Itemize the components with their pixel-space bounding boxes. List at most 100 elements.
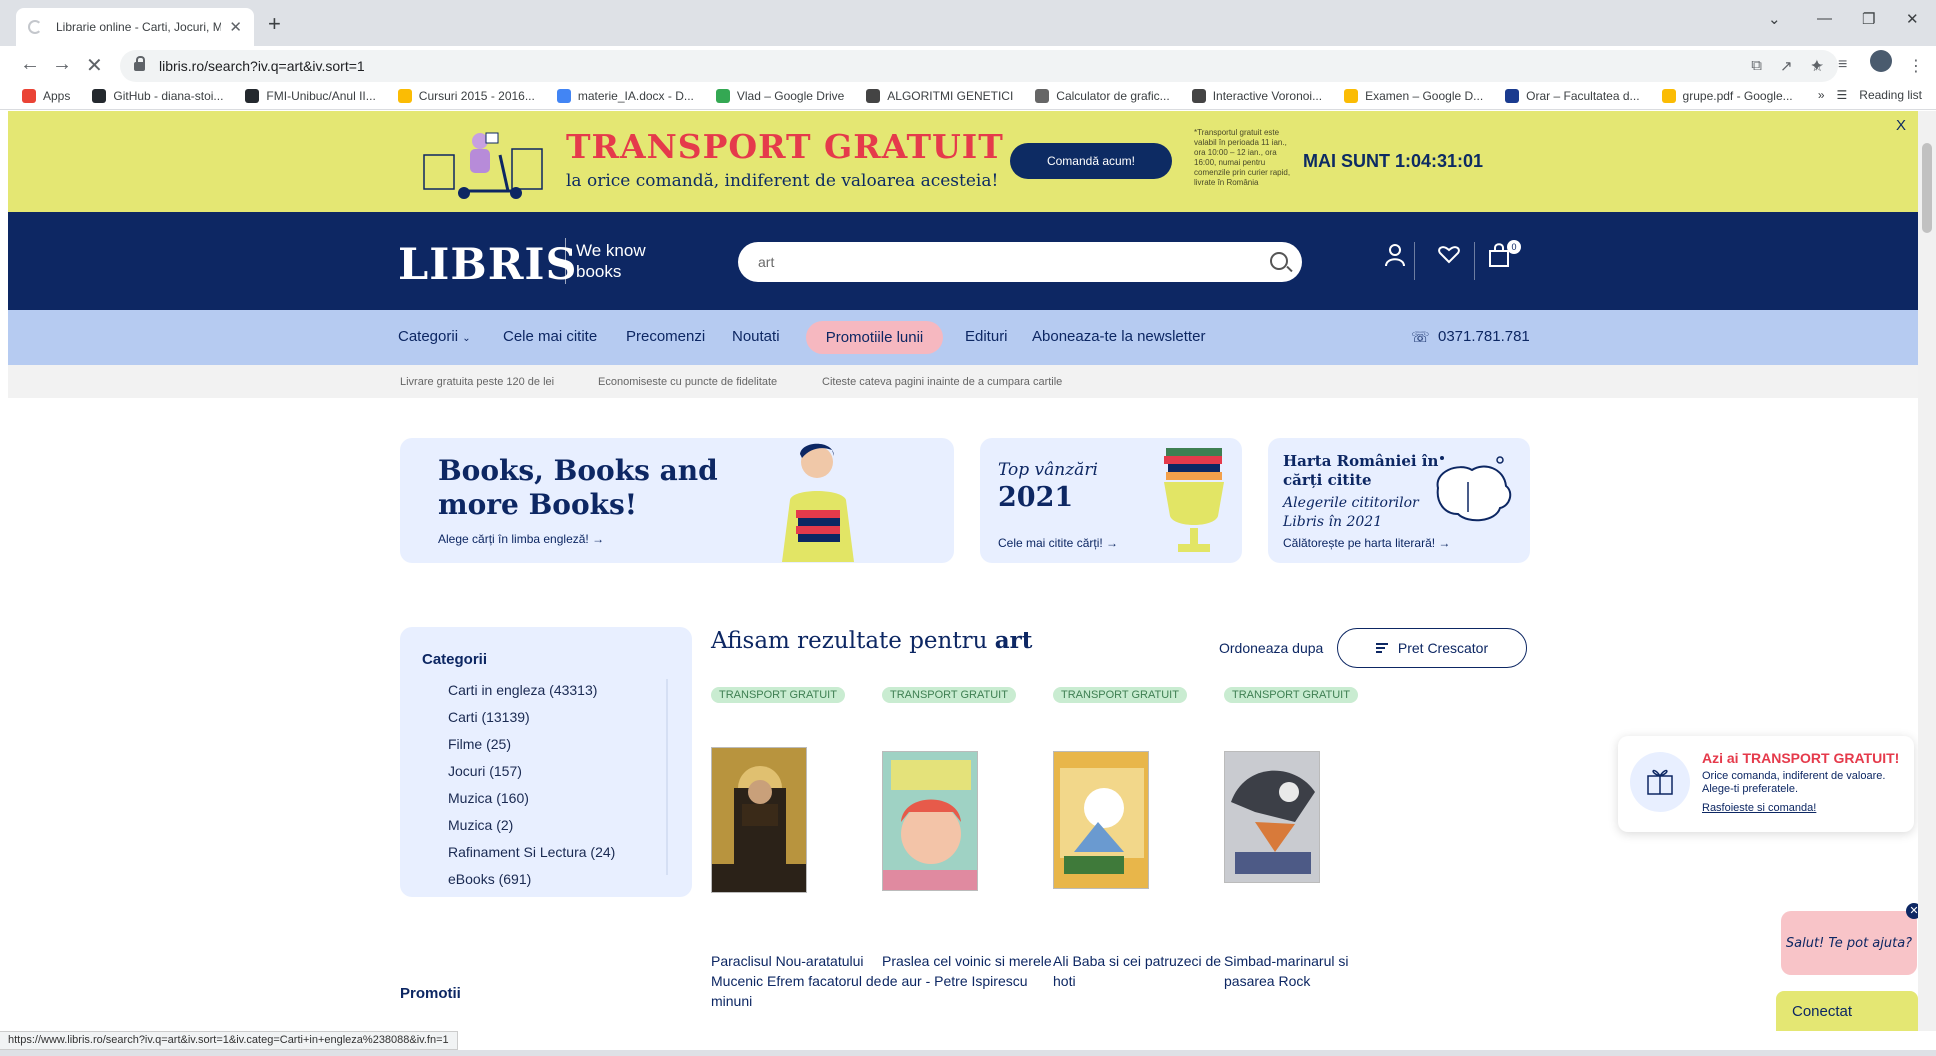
new-tab-icon[interactable]: +: [268, 11, 281, 37]
sort-dropdown[interactable]: Pret Crescator: [1337, 628, 1527, 668]
product-title[interactable]: Simbad-marinarul si pasarea Rock: [1224, 951, 1396, 991]
info-free-shipping[interactable]: Livrare gratuita peste 120 de lei: [400, 376, 554, 388]
more-bookmarks-icon[interactable]: »: [1818, 88, 1825, 102]
book-cover[interactable]: [1224, 751, 1320, 883]
bookmark-label[interactable]: Vlad – Google Drive: [737, 89, 844, 103]
search-value[interactable]: art: [758, 254, 774, 270]
info-read-pages[interactable]: Citeste cateva pagini inainte de a cumpa…: [822, 376, 1062, 388]
bookmark-label[interactable]: ALGORITMI GENETICI: [887, 89, 1013, 103]
bookmark-item[interactable]: grupe.pdf - Google...: [1661, 88, 1793, 103]
close-tab-icon[interactable]: ✕: [229, 18, 242, 36]
bookmark-label[interactable]: Cursuri 2015 - 2016...: [419, 89, 535, 103]
order-now-button[interactable]: Comandă acum!: [1010, 143, 1172, 179]
nav-promotiile-lunii[interactable]: Promotiile lunii: [806, 321, 943, 354]
nav-newsletter[interactable]: Aboneaza-te la newsletter: [1032, 328, 1205, 345]
wishlist-heart-icon[interactable]: [1438, 244, 1460, 264]
sort-value[interactable]: Pret Crescator: [1398, 640, 1488, 656]
nav-categorii[interactable]: Categorii ⌄: [398, 328, 471, 345]
bookmark-item[interactable]: Examen – Google D...: [1344, 88, 1483, 103]
bookmark-item[interactable]: Cursuri 2015 - 2016...: [397, 88, 535, 103]
scrollbar-thumb[interactable]: [1922, 143, 1932, 233]
account-icon[interactable]: [1384, 242, 1406, 268]
category-item[interactable]: Carti in engleza (43313): [448, 681, 615, 708]
banner-link[interactable]: Cele mai citite cărți! →: [998, 536, 1118, 550]
category-item[interactable]: Rafinament Si Lectura (24): [448, 843, 615, 870]
category-item[interactable]: Carti (13139): [448, 708, 615, 735]
chat-greeting-bubble[interactable]: Salut! Te pot ajuta?: [1781, 911, 1917, 975]
restore-icon[interactable]: ❐: [1862, 10, 1875, 28]
lock-icon[interactable]: [134, 55, 145, 71]
category-scrollbar[interactable]: [666, 679, 668, 875]
address-bar[interactable]: libris.ro/search?iv.q=art&iv.sort=1 ⧉ ↗ …: [120, 50, 1838, 82]
phone-number[interactable]: 0371.781.781: [1438, 328, 1530, 345]
category-item[interactable]: eBooks (691): [448, 870, 615, 897]
category-item[interactable]: Jocuri (157): [448, 762, 615, 789]
book-cover[interactable]: [711, 747, 807, 893]
bookmark-label[interactable]: GitHub - diana-stoi...: [113, 89, 223, 103]
product-title[interactable]: Praslea cel voinic si merele de aur - Pe…: [882, 951, 1054, 991]
bookmark-label[interactable]: FMI-Unibuc/Anul II...: [266, 89, 375, 103]
bookmark-label[interactable]: Interactive Voronoi...: [1213, 89, 1322, 103]
product-card[interactable]: TRANSPORT GRATUIT Paraclisul Nou-aratatu…: [711, 685, 881, 1009]
bookmark-label[interactable]: materie_IA.docx - D...: [578, 89, 694, 103]
media-icon[interactable]: ≡: [1838, 56, 1847, 74]
close-window-icon[interactable]: ✕: [1906, 10, 1919, 28]
nav-edituri[interactable]: Edituri: [965, 328, 1008, 345]
promotii-heading[interactable]: Promotii: [400, 985, 461, 1002]
extensions-icon[interactable]: ✦: [1810, 56, 1823, 76]
bookmark-item[interactable]: FMI-Unibuc/Anul II...: [245, 88, 376, 103]
banner-link[interactable]: Călătorește pe harta literară! →: [1283, 536, 1450, 550]
banner-top-sales[interactable]: Top vânzări 2021 Cele mai citite cărți! …: [980, 438, 1242, 563]
product-card[interactable]: TRANSPORT GRATUIT Ali Baba si cei patruz…: [1053, 685, 1223, 989]
product-card[interactable]: TRANSPORT GRATUIT Praslea cel voinic si …: [882, 685, 1052, 989]
nav-noutati[interactable]: Noutati: [732, 328, 780, 345]
stop-loading-icon[interactable]: ✕: [86, 53, 103, 78]
tab-search-icon[interactable]: ⌄: [1768, 10, 1781, 28]
minimize-icon[interactable]: —: [1817, 10, 1832, 27]
bookmark-item[interactable]: Calculator de grafic...: [1035, 88, 1170, 103]
chat-connect-button[interactable]: Conectat: [1776, 991, 1918, 1031]
browser-tab[interactable]: Librarie online - Carti, Jocuri, Mu ✕: [16, 8, 254, 46]
url-text[interactable]: libris.ro/search?iv.q=art&iv.sort=1: [159, 58, 365, 74]
back-icon[interactable]: ←: [20, 53, 40, 76]
bookmark-item[interactable]: materie_IA.docx - D...: [556, 88, 694, 103]
close-chat-icon[interactable]: ✕: [1906, 903, 1918, 919]
share-icon[interactable]: ↗: [1780, 57, 1793, 75]
bookmark-item[interactable]: Apps: [22, 88, 70, 103]
bookmark-label[interactable]: Examen – Google D...: [1365, 89, 1483, 103]
product-card[interactable]: TRANSPORT GRATUIT Simbad-marinarul si pa…: [1224, 685, 1394, 989]
bookmark-item[interactable]: Orar – Facultatea d...: [1505, 88, 1640, 103]
product-title[interactable]: Paraclisul Nou-aratatului Mucenic Efrem …: [711, 951, 883, 1011]
banner-romania-map[interactable]: Harta României în cărți citite Alegerile…: [1268, 438, 1530, 563]
category-item[interactable]: Muzica (160): [448, 789, 615, 816]
category-item[interactable]: Filme (25): [448, 735, 615, 762]
bookmark-item[interactable]: ALGORITMI GENETICI: [866, 88, 1013, 103]
reading-list-icon[interactable]: ☰: [1837, 88, 1848, 102]
forward-icon[interactable]: →: [52, 53, 72, 76]
search-input[interactable]: art: [738, 242, 1302, 282]
reading-list-label[interactable]: Reading list: [1859, 88, 1922, 102]
bookmark-label[interactable]: Calculator de grafic...: [1056, 89, 1169, 103]
banner-english-books[interactable]: Books, Books and more Books! Alege cărți…: [400, 438, 954, 563]
close-promo-button[interactable]: X: [1896, 117, 1906, 134]
info-loyalty-points[interactable]: Economiseste cu puncte de fidelitate: [598, 376, 777, 388]
nav-cele-mai-citite[interactable]: Cele mai citite: [503, 328, 597, 345]
bookmark-label[interactable]: Orar – Facultatea d...: [1526, 89, 1639, 103]
menu-icon[interactable]: ⋮: [1908, 56, 1924, 76]
translate-icon[interactable]: ⧉: [1751, 57, 1762, 75]
nav-precomenzi[interactable]: Precomenzi: [626, 328, 705, 345]
product-title[interactable]: Ali Baba si cei patruzeci de hoti: [1053, 951, 1225, 991]
bookmark-item[interactable]: Vlad – Google Drive: [715, 88, 844, 103]
profile-avatar[interactable]: [1870, 50, 1892, 72]
bookmark-item[interactable]: Interactive Voronoi...: [1191, 88, 1322, 103]
page-scrollbar[interactable]: [1918, 111, 1936, 1031]
banner-link[interactable]: Alege cărți în limba engleză! →: [438, 532, 604, 546]
nav-label[interactable]: Categorii: [398, 328, 458, 345]
bookmark-label[interactable]: grupe.pdf - Google...: [1683, 89, 1793, 103]
category-item[interactable]: Muzica (2): [448, 816, 615, 843]
search-icon[interactable]: [1270, 252, 1288, 270]
libris-logo[interactable]: LIBRIS: [398, 240, 578, 290]
book-cover[interactable]: [882, 751, 978, 891]
toast-link[interactable]: Rasfoieste si comanda!: [1702, 802, 1816, 814]
bookmark-label[interactable]: Apps: [43, 89, 70, 103]
